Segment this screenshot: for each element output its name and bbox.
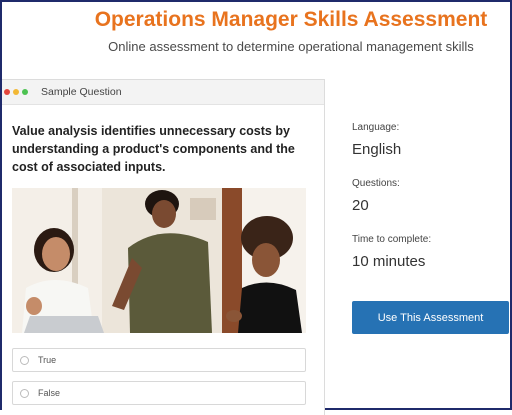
question-photo xyxy=(12,188,306,333)
language-label: Language: xyxy=(352,122,400,133)
page-subtitle: Online assessment to determine operation… xyxy=(108,39,474,54)
radio-icon[interactable] xyxy=(20,355,29,365)
photo-image-icon xyxy=(12,188,306,333)
window-dot-red-icon xyxy=(4,89,10,95)
answer-option-false[interactable]: False xyxy=(12,381,306,405)
questions-value: 20 xyxy=(352,197,369,214)
sample-question-card: Sample Question Value analysis identifie… xyxy=(2,79,325,415)
window-dot-yellow-icon xyxy=(13,89,19,95)
window-dot-green-icon xyxy=(22,89,28,95)
answer-option-label: False xyxy=(38,388,61,398)
card-header-label: Sample Question xyxy=(41,86,122,98)
radio-icon[interactable] xyxy=(20,388,29,398)
time-value: 10 minutes xyxy=(352,253,426,270)
answer-option-true[interactable]: True xyxy=(12,348,306,372)
answer-option-label: True xyxy=(38,355,57,365)
question-text: Value analysis identifies unnecessary co… xyxy=(12,124,295,174)
time-label: Time to complete: xyxy=(352,234,432,245)
page-title: Operations Manager Skills Assessment xyxy=(94,8,488,31)
card-header: Sample Question xyxy=(2,80,324,105)
language-value: English xyxy=(352,141,402,158)
questions-label: Questions: xyxy=(352,178,400,189)
use-assessment-button[interactable]: Use This Assessment xyxy=(352,301,509,334)
